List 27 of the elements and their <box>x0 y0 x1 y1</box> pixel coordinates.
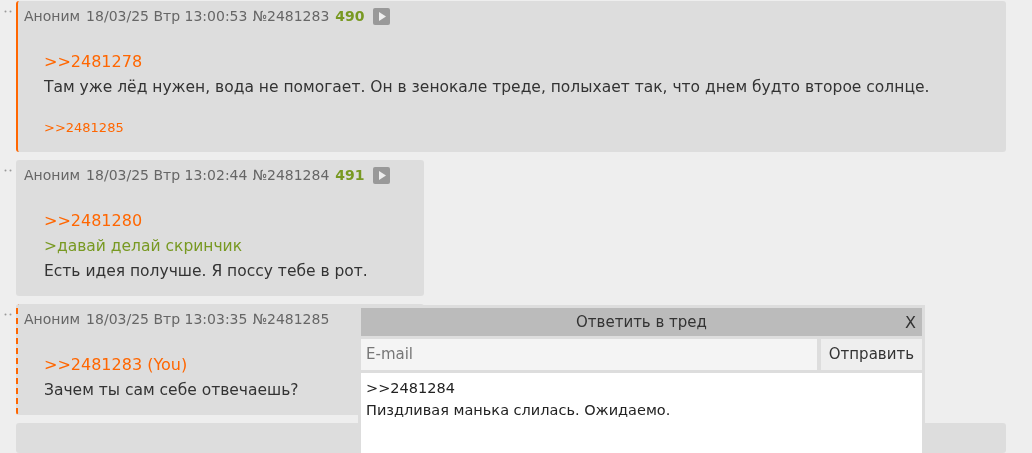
email-field[interactable]: E-mail <box>361 339 817 370</box>
post-date: 18/03/25 Втр 13:02:44 <box>86 166 248 185</box>
message-field[interactable]: >>2481284 Пиздливая манька слилась. Ожидаемо. <box>361 373 922 453</box>
post-number[interactable]: №2481285 <box>252 309 330 330</box>
post-text: Есть идея получше. Я поссу тебе в рот. <box>44 262 368 280</box>
drag-handle-icon[interactable] <box>4 169 13 172</box>
drag-handle-icon[interactable] <box>4 313 13 316</box>
close-button[interactable]: X <box>905 311 916 335</box>
author-name: Аноним <box>24 310 81 329</box>
post-text: Там уже лёд нужен, вода не помогает. Он в зенокале треде, полыхает так, что днем будто второе солнце. <box>44 78 930 96</box>
quote-text: >давай делай скринчик <box>44 237 243 255</box>
post-date: 18/03/25 Втр 13:00:53 <box>86 7 248 26</box>
form-title-bar[interactable]: Ответить в тред X <box>361 308 922 336</box>
form-title: Ответить в тред <box>576 311 707 333</box>
post-date: 18/03/25 Втр 13:03:35 <box>86 310 248 329</box>
post-ordinal: 490 <box>335 7 365 26</box>
backlink[interactable]: >>2481285 <box>44 115 124 140</box>
send-button[interactable]: Отправить <box>820 339 922 370</box>
play-icon[interactable] <box>372 8 390 25</box>
post-number[interactable]: №2481283 <box>252 6 330 27</box>
post-ordinal: 491 <box>335 166 365 185</box>
post-number[interactable]: №2481284 <box>252 165 330 186</box>
author-name: Аноним <box>24 166 81 185</box>
author-name: Аноним <box>24 7 81 26</box>
post-text: Зачем ты сам себе отвечаешь? <box>44 381 299 399</box>
play-icon[interactable] <box>372 167 390 184</box>
drag-handle-icon[interactable] <box>4 10 13 13</box>
